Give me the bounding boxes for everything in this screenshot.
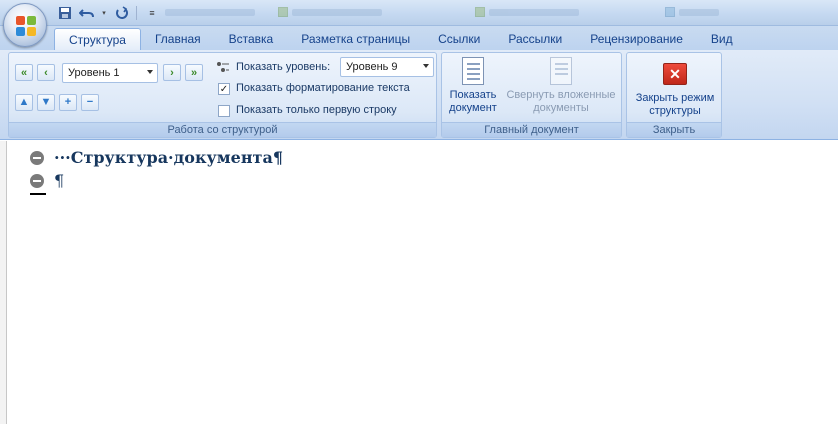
promote-to-heading1-button[interactable]: « [15, 64, 33, 81]
collapse-subdocuments-line1: Свернуть вложенные [506, 89, 616, 101]
tab-mailings[interactable]: Рассылки [494, 28, 576, 50]
show-document-button[interactable]: Показать документ [444, 57, 502, 115]
tab-view[interactable]: Вид [697, 28, 747, 50]
collapse-symbol-icon[interactable] [30, 173, 44, 188]
show-document-line2: документ [449, 102, 497, 114]
background-window-ghost [665, 5, 719, 19]
demote-to-body-text-button[interactable]: » [185, 64, 203, 81]
demote-button[interactable]: › [163, 64, 181, 81]
save-icon[interactable] [56, 5, 74, 22]
quick-access-toolbar: ▾ ≡ [56, 4, 161, 22]
collapse-symbol-icon[interactable] [30, 150, 44, 165]
customize-icon[interactable]: ≡ [143, 5, 161, 22]
collapse-subdocuments-icon [550, 57, 572, 85]
ribbon-tabs: Структура Главная Вставка Разметка стран… [0, 26, 838, 50]
master-group-label: Главный документ [442, 122, 621, 137]
close-outline-line2: структуры [649, 105, 701, 117]
chevron-down-icon [423, 64, 429, 68]
ribbon: « ‹ Уровень 1 › » ▲ ▼ + − Показать урове… [0, 50, 838, 140]
close-outline-line1: Закрыть режим [635, 92, 715, 104]
outline-level-value: Уровень 1 [68, 67, 120, 79]
show-formatting-label: Показать форматирование текста [236, 82, 410, 94]
close-group-label: Закрыть [627, 122, 721, 137]
show-document-line1: Показать [449, 89, 497, 101]
document-area[interactable] [0, 141, 838, 424]
show-level-dropdown[interactable]: Уровень 9 [340, 57, 434, 77]
first-line-only-label: Показать только первую строку [236, 104, 397, 116]
empty-paragraph-mark[interactable]: ¶ [54, 171, 64, 190]
show-level-value: Уровень 9 [346, 61, 398, 73]
document-icon [462, 57, 484, 85]
tab-references[interactable]: Ссылки [424, 28, 494, 50]
undo-dropdown-icon[interactable]: ▾ [100, 5, 108, 22]
outline-level-dropdown[interactable]: Уровень 1 [62, 63, 158, 83]
tab-page-layout[interactable]: Разметка страницы [287, 28, 424, 50]
undo-icon[interactable] [78, 5, 96, 22]
master-document-group: Показать документ Свернуть вложенные док… [441, 52, 622, 138]
background-window-ghost [278, 5, 382, 19]
tab-outline[interactable]: Структура [54, 28, 141, 50]
move-up-button[interactable]: ▲ [15, 94, 33, 111]
background-window-ghost [165, 5, 255, 19]
text-cursor [30, 193, 46, 195]
background-window-ghost [475, 5, 579, 19]
collapse-subdocuments-line2: документы [533, 102, 589, 114]
expand-button[interactable]: + [59, 94, 77, 111]
collapse-subdocuments-button[interactable]: Свернуть вложенные документы [500, 57, 622, 115]
title-bar: ▾ ≡ [0, 0, 838, 26]
outline-group-label: Работа со структурой [9, 122, 436, 137]
close-group: ✕ Закрыть режим структуры Закрыть [626, 52, 722, 138]
show-formatting-checkbox[interactable]: ✓ [218, 83, 230, 95]
show-level-icon [216, 61, 230, 75]
tab-insert[interactable]: Вставка [215, 28, 288, 50]
office-button[interactable] [3, 3, 47, 47]
collapse-button[interactable]: − [81, 94, 99, 111]
redo-icon[interactable] [112, 5, 130, 22]
tab-home[interactable]: Главная [141, 28, 215, 50]
promote-button[interactable]: ‹ [37, 64, 55, 81]
close-icon: ✕ [663, 63, 687, 85]
close-outline-view-button[interactable]: ✕ Закрыть режим структуры [629, 57, 721, 118]
show-level-label: Показать уровень: [236, 61, 331, 73]
outline-heading-row[interactable]: ···Структура·документа¶ [30, 148, 283, 167]
left-ruler [0, 141, 7, 424]
chevron-down-icon [147, 70, 153, 74]
outline-empty-row[interactable]: ¶ [30, 171, 64, 190]
first-line-only-checkbox[interactable] [218, 105, 230, 117]
move-down-button[interactable]: ▼ [37, 94, 55, 111]
tab-review[interactable]: Рецензирование [576, 28, 697, 50]
outline-tools-group: « ‹ Уровень 1 › » ▲ ▼ + − Показать урове… [8, 52, 437, 138]
office-logo-icon [16, 16, 36, 36]
document-heading[interactable]: ···Структура·документа¶ [54, 148, 283, 167]
qat-separator [136, 6, 137, 20]
